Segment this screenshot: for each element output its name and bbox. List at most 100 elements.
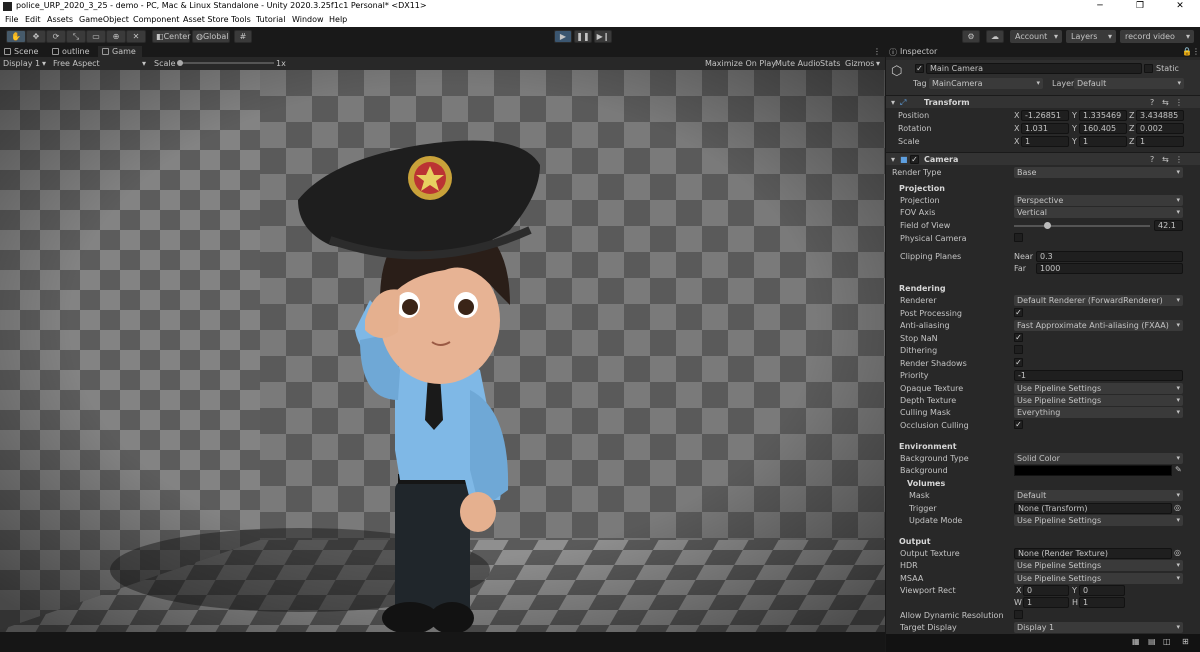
fov-axis-dropdown[interactable]: Vertical bbox=[1014, 207, 1183, 218]
menu-tutorial[interactable]: Tutorial bbox=[256, 15, 285, 24]
minimize-icon[interactable]: ─ bbox=[1080, 0, 1120, 13]
scale-slider-handle[interactable] bbox=[177, 60, 183, 66]
background-color-swatch[interactable] bbox=[1014, 465, 1172, 476]
account-dropdown[interactable]: Account bbox=[1010, 30, 1062, 43]
target-label: Target Display bbox=[900, 623, 957, 632]
near-clip-field[interactable]: 0.3 bbox=[1036, 251, 1183, 262]
priority-field[interactable]: -1 bbox=[1014, 370, 1183, 381]
tab-outline[interactable]: outline bbox=[48, 46, 96, 57]
menu-component[interactable]: Component bbox=[133, 15, 179, 24]
cloud-icon[interactable]: ☁ bbox=[986, 30, 1004, 43]
vprect-label: Viewport Rect bbox=[900, 586, 956, 595]
menu-help[interactable]: Help bbox=[329, 15, 347, 24]
aa-dropdown[interactable]: Fast Approximate Anti-aliasing (FXAA) bbox=[1014, 320, 1183, 331]
tab-scene[interactable]: Scene bbox=[0, 46, 46, 57]
output-section[interactable]: Output bbox=[899, 537, 931, 546]
display-dropdown[interactable]: Display 1 bbox=[3, 59, 40, 68]
depth-dropdown[interactable]: Use Pipeline Settings bbox=[1014, 395, 1183, 406]
environment-section[interactable]: Environment bbox=[899, 442, 957, 451]
viewport-w-field[interactable]: 1 bbox=[1023, 597, 1069, 608]
msaa-label: MSAA bbox=[900, 574, 924, 583]
viewport-h-field[interactable]: 1 bbox=[1079, 597, 1125, 608]
shadows-label: Render Shadows bbox=[900, 359, 967, 368]
mask-dropdown[interactable]: Default bbox=[1014, 490, 1183, 501]
object-picker-icon[interactable]: ◎ bbox=[1174, 548, 1181, 557]
menu-asset-store-tools[interactable]: Asset Store Tools bbox=[183, 15, 251, 24]
menu-edit[interactable]: Edit bbox=[25, 15, 41, 24]
checkbox[interactable]: ✓ bbox=[1014, 420, 1023, 429]
step-button[interactable]: ▶❙ bbox=[594, 30, 612, 43]
fov-field[interactable]: 42.1 bbox=[1154, 220, 1183, 231]
menu-gameobject[interactable]: GameObject bbox=[79, 15, 129, 24]
menu-assets[interactable]: Assets bbox=[47, 15, 73, 24]
rotate-tool-icon[interactable]: ⟳ bbox=[46, 30, 66, 43]
render-type-label: Render Type bbox=[892, 168, 942, 177]
pivot-center-icon: ◧ bbox=[156, 32, 164, 41]
renderer-dropdown[interactable]: Default Renderer (ForwardRenderer) bbox=[1014, 295, 1183, 306]
eyedropper-icon[interactable]: ✎ bbox=[1175, 465, 1182, 474]
checkbox[interactable]: ✓ bbox=[1014, 333, 1023, 342]
checkbox[interactable] bbox=[1014, 345, 1023, 354]
far-clip-field[interactable]: 1000 bbox=[1036, 263, 1183, 274]
close-icon[interactable]: ✕ bbox=[1160, 0, 1200, 13]
mute-audio-toggle[interactable]: Mute Audio bbox=[775, 59, 820, 68]
opaque-dropdown[interactable]: Use Pipeline Settings bbox=[1014, 383, 1183, 394]
globe-icon: ◍ bbox=[196, 32, 203, 41]
target-dropdown[interactable]: Display 1 bbox=[1014, 622, 1183, 633]
checkbox[interactable] bbox=[1014, 233, 1023, 242]
trigger-object-field[interactable]: None (Transform) bbox=[1014, 503, 1172, 514]
scale-slider-track[interactable] bbox=[178, 62, 274, 64]
aspect-dropdown[interactable]: Free Aspect bbox=[53, 59, 100, 68]
checkbox[interactable]: ✓ bbox=[1014, 308, 1023, 317]
rect-tool-icon[interactable]: ▭ bbox=[86, 30, 106, 43]
move-tool-icon[interactable]: ✥ bbox=[26, 30, 46, 43]
renderer-label: Renderer bbox=[900, 296, 937, 305]
window-titlebar: police_URP_2020_3_25 - demo - PC, Mac & … bbox=[0, 0, 1200, 13]
hand-tool-icon[interactable]: ✋ bbox=[6, 30, 26, 43]
tray-icon[interactable]: ▤ bbox=[1148, 637, 1156, 646]
tab-game[interactable]: Game bbox=[98, 46, 142, 57]
custom-tool-icon[interactable]: ✕ bbox=[126, 30, 146, 43]
outtex-object-field[interactable]: None (Render Texture) bbox=[1014, 548, 1172, 559]
tray-icon[interactable]: ⊞ bbox=[1182, 637, 1189, 646]
pivot-global-button[interactable]: ◍Global bbox=[192, 30, 230, 43]
game-toolbar: Display 1 ▾ Free Aspect ▾ Scale 1x Maxim… bbox=[0, 57, 885, 70]
hdr-dropdown[interactable]: Use Pipeline Settings bbox=[1014, 560, 1183, 571]
gizmos-dropdown[interactable]: Gizmos bbox=[845, 59, 874, 68]
layers-dropdown[interactable]: Layers bbox=[1066, 30, 1116, 43]
update-dropdown[interactable]: Use Pipeline Settings bbox=[1014, 515, 1183, 526]
game-viewport[interactable] bbox=[0, 70, 885, 632]
fov-slider-track[interactable] bbox=[1014, 225, 1150, 227]
pause-button[interactable]: ❚❚ bbox=[574, 30, 592, 43]
maximize-on-play-toggle[interactable]: Maximize On Play bbox=[705, 59, 776, 68]
panel-menu-icon[interactable]: ⋮ bbox=[873, 47, 881, 56]
fov-slider-handle[interactable] bbox=[1044, 222, 1051, 229]
menu-window[interactable]: Window bbox=[292, 15, 324, 24]
layout-dropdown[interactable]: record video bbox=[1120, 30, 1194, 43]
msaa-dropdown[interactable]: Use Pipeline Settings bbox=[1014, 573, 1183, 584]
transform-tool-icon[interactable]: ⊕ bbox=[106, 30, 126, 43]
checkbox[interactable]: ✓ bbox=[1014, 358, 1023, 367]
projection-section[interactable]: Projection bbox=[899, 184, 945, 193]
menu-file[interactable]: File bbox=[5, 15, 18, 24]
stats-toggle[interactable]: Stats bbox=[820, 59, 840, 68]
scale-tool-icon[interactable]: ⤡ bbox=[66, 30, 86, 43]
bgtype-dropdown[interactable]: Solid Color bbox=[1014, 453, 1183, 464]
collab-icon[interactable]: ⚙ bbox=[962, 30, 980, 43]
tray-icon[interactable]: ▦ bbox=[1132, 637, 1140, 646]
viewport-y-field[interactable]: 0 bbox=[1079, 585, 1125, 596]
tray-icon[interactable]: ◫ bbox=[1163, 637, 1171, 646]
grid-snap-icon[interactable]: # bbox=[234, 30, 252, 43]
maximize-icon[interactable]: ❐ bbox=[1120, 0, 1160, 13]
rendering-section[interactable]: Rendering bbox=[899, 284, 946, 293]
bgtype-label: Background Type bbox=[900, 454, 969, 463]
object-picker-icon[interactable]: ◎ bbox=[1174, 503, 1181, 512]
checkbox[interactable] bbox=[1014, 610, 1023, 619]
projection-dropdown[interactable]: Perspective bbox=[1014, 195, 1183, 206]
render-type-dropdown[interactable]: Base bbox=[1014, 167, 1183, 178]
play-button[interactable]: ▶ bbox=[554, 30, 572, 43]
pivot-center-button[interactable]: ◧Center bbox=[152, 30, 191, 43]
scale-label: Scale bbox=[154, 59, 176, 68]
culling-dropdown[interactable]: Everything bbox=[1014, 407, 1183, 418]
viewport-x-field[interactable]: 0 bbox=[1023, 585, 1069, 596]
